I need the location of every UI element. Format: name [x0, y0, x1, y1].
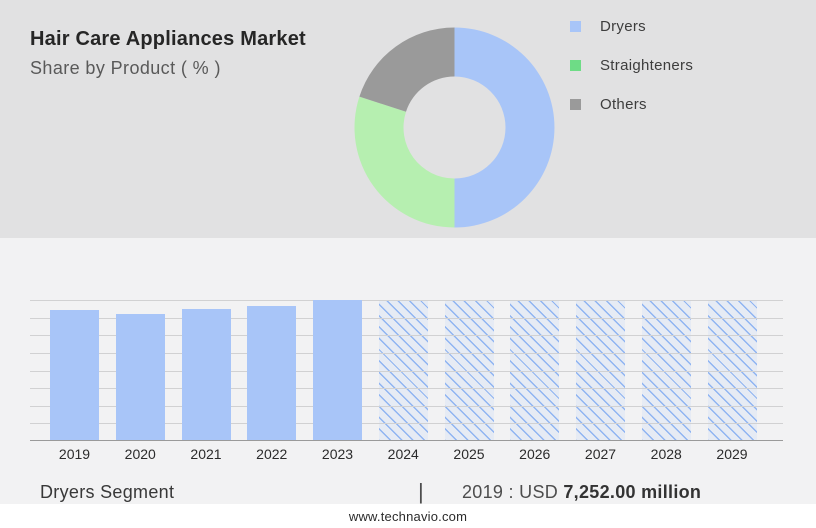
- x-axis-label-2029: 2029: [716, 446, 748, 462]
- legend-label: Dryers: [600, 17, 646, 35]
- page-subtitle: Share by Product ( % ): [30, 58, 221, 78]
- donut-chart-svg: [354, 27, 555, 228]
- x-axis-line: [30, 440, 783, 441]
- donut-section: Hair Care Appliances Market Share by Pro…: [0, 0, 816, 238]
- bar-chart-plot: [30, 300, 783, 441]
- bar-2020: [115, 314, 165, 441]
- bar-chart-x-axis-labels: 2019 2020 2021 2022 2023 2024 2025 2026 2027 2028…: [30, 446, 783, 464]
- website-url: www.technavio.com: [348, 508, 468, 524]
- segment-label: Dryers Segment: [40, 482, 175, 502]
- legend-label: Straighteners: [600, 56, 694, 74]
- legend-item-others: Others: [570, 94, 693, 114]
- bar-2023: [313, 300, 362, 441]
- x-axis-label-2024: 2024: [387, 446, 419, 462]
- donut-chart: [354, 27, 555, 228]
- x-axis-label-2019: 2019: [58, 446, 91, 462]
- donut-slice-dryers: [454, 27, 555, 228]
- bar-2021: [181, 309, 231, 441]
- x-axis-label-2027: 2027: [584, 446, 617, 462]
- bar-chart-section: 2019 2020 2021 2022 2023 2024 2025 2026 2027 2028…: [0, 238, 816, 505]
- segment-value: 2019 : USD 7,252.00 million: [462, 482, 701, 503]
- x-axis-label-2028: 2028: [650, 446, 682, 462]
- segment-value-prefix: 2019 : USD: [462, 482, 564, 502]
- x-axis-label-2023: 2023: [321, 446, 354, 462]
- donut-slice-others: [359, 27, 455, 112]
- footer-separator: |: [418, 479, 424, 504]
- infographic: Hair Care Appliances Market Share by Pro…: [0, 0, 816, 528]
- x-axis-label-2022: 2022: [256, 446, 288, 462]
- legend-item-straighteners: Straighteners: [570, 55, 693, 75]
- website-bar: www.technavio.com: [0, 504, 816, 528]
- bar-2019: [50, 309, 99, 441]
- page-title: Hair Care Appliances Market: [30, 28, 306, 50]
- segment-value-amount: 7,252.00 million: [563, 482, 702, 502]
- x-axis-label-2025: 2025: [453, 446, 485, 462]
- legend-item-dryers: Dryers: [570, 16, 693, 36]
- chart-legend: Dryers Straighteners Others: [570, 16, 693, 133]
- x-axis-label-2021: 2021: [190, 446, 222, 462]
- gridline: [30, 300, 783, 301]
- header: Hair Care Appliances Market Share by Pro…: [30, 28, 306, 79]
- x-axis-label-2020: 2020: [124, 446, 156, 462]
- legend-swatch-straighteners-icon: [570, 59, 581, 71]
- bar-2022: [247, 305, 297, 441]
- legend-swatch-others-icon: [570, 98, 581, 110]
- legend-label: Others: [600, 95, 647, 113]
- donut-slice-straighteners: [354, 96, 455, 228]
- legend-swatch-dryers-icon: [570, 20, 581, 32]
- x-axis-label-2026: 2026: [519, 446, 551, 462]
